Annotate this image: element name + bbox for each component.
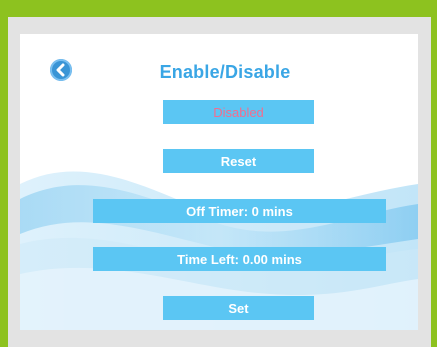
off-timer-field[interactable]: Off Timer: 0 mins <box>93 199 386 223</box>
time-left-display: Time Left: 0.00 mins <box>93 247 386 271</box>
device-frame: Enable/Disable Disabled Reset Off Timer:… <box>0 0 437 347</box>
back-arrow-icon <box>56 63 65 77</box>
page-title: Enable/Disable <box>159 62 291 82</box>
control-screen: Enable/Disable Disabled Reset Off Timer:… <box>20 34 418 330</box>
reset-button[interactable]: Reset <box>163 149 314 173</box>
enable-disable-toggle[interactable]: Disabled <box>163 100 314 124</box>
set-button[interactable]: Set <box>163 296 314 320</box>
back-button[interactable] <box>50 59 72 81</box>
